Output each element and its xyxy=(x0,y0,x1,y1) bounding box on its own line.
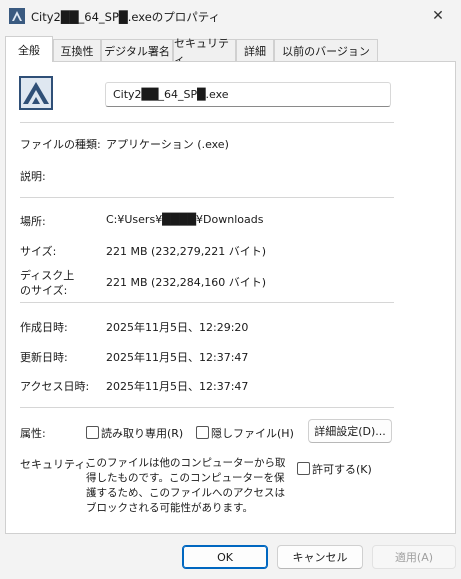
tab-previous-versions[interactable]: 以前のバージョン xyxy=(274,39,378,61)
security-label: セキュリティ: xyxy=(20,458,90,471)
tab-strip: 全般 互換性 デジタル署名 セキュリティ 詳細 以前のバージョン xyxy=(5,36,456,66)
divider xyxy=(20,197,394,198)
location-label: 場所: xyxy=(20,215,46,228)
general-panel: City2██_64_SP█.exe ファイルの種類: アプリケーション (.e… xyxy=(5,61,456,534)
apply-button[interactable]: 適用(A) xyxy=(372,545,456,569)
tab-details[interactable]: 詳細 xyxy=(236,39,274,61)
modified-label: 更新日時: xyxy=(20,351,68,364)
file-type-label: ファイルの種類: xyxy=(20,138,101,151)
title-bar: City2██_64_SP█.exeのプロパティ ✕ xyxy=(0,0,461,32)
size-on-disk-label-1: ディスク上 xyxy=(20,269,75,282)
tab-security[interactable]: セキュリティ xyxy=(173,37,236,66)
file-icon xyxy=(19,76,53,110)
location-value: C:¥Users¥████¥Downloads xyxy=(106,213,264,226)
accessed-label: アクセス日時: xyxy=(20,380,90,393)
created-label: 作成日時: xyxy=(20,321,68,334)
file-type-value: アプリケーション (.exe) xyxy=(106,138,229,151)
size-label: サイズ: xyxy=(20,245,57,258)
divider xyxy=(20,407,394,408)
divider xyxy=(20,122,394,123)
size-on-disk-label-2: のサイズ: xyxy=(20,284,68,297)
security-message: このファイルは他のコンピューターから取得したものです。このコンピューターを保護す… xyxy=(86,457,286,514)
allow-checkbox[interactable] xyxy=(297,462,310,475)
divider xyxy=(20,302,394,303)
size-on-disk-value: 221 MB (232,284,160 バイト) xyxy=(106,276,267,289)
size-value: 221 MB (232,279,221 バイト) xyxy=(106,245,267,258)
ok-button[interactable]: OK xyxy=(182,545,268,569)
window-title: City2██_64_SP█.exeのプロパティ xyxy=(31,10,221,24)
readonly-checkbox[interactable] xyxy=(86,426,99,439)
tab-compatibility[interactable]: 互換性 xyxy=(53,39,101,61)
cancel-button[interactable]: キャンセル xyxy=(277,545,363,569)
description-label: 説明: xyxy=(20,170,46,183)
close-icon: ✕ xyxy=(432,8,444,24)
close-button[interactable]: ✕ xyxy=(415,0,461,32)
advanced-button[interactable]: 詳細設定(D)... xyxy=(308,419,392,443)
tab-digital-signature[interactable]: デジタル署名 xyxy=(101,39,173,61)
readonly-label[interactable]: 読み取り専用(R) xyxy=(101,425,183,441)
attributes-label: 属性: xyxy=(20,427,46,440)
hidden-checkbox[interactable] xyxy=(196,426,209,439)
filename-field[interactable]: City2██_64_SP█.exe xyxy=(105,82,391,107)
accessed-value: 2025年11月5日、12:37:47 xyxy=(106,380,249,393)
allow-label[interactable]: 許可する(K) xyxy=(312,461,372,477)
tab-general[interactable]: 全般 xyxy=(5,36,53,62)
hidden-label[interactable]: 隠しファイル(H) xyxy=(211,425,294,441)
created-value: 2025年11月5日、12:29:20 xyxy=(106,321,249,334)
modified-value: 2025年11月5日、12:37:47 xyxy=(106,351,249,364)
app-icon xyxy=(9,8,25,24)
